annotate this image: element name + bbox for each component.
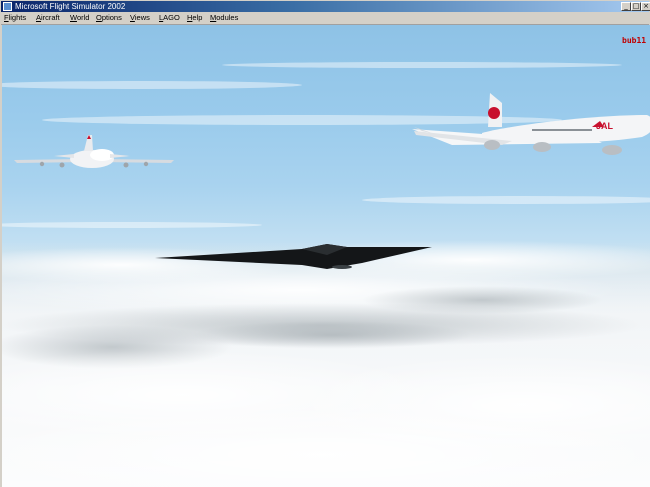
- title-bar[interactable]: Microsoft Flight Simulator 2002 _ □ ×: [1, 1, 650, 12]
- airliner-left: [14, 135, 174, 168]
- menu-world[interactable]: World: [70, 12, 89, 24]
- menu-help[interactable]: Help: [187, 12, 202, 24]
- close-button[interactable]: ×: [641, 2, 650, 11]
- cirrus-clouds: [2, 62, 650, 228]
- minimize-button[interactable]: _: [621, 2, 631, 11]
- watermark-text: bub11: [622, 36, 647, 45]
- maximize-button[interactable]: □: [631, 2, 641, 11]
- window-title: Microsoft Flight Simulator 2002: [15, 2, 126, 11]
- app-icon: [3, 2, 12, 11]
- menu-modules[interactable]: Modules: [210, 12, 238, 24]
- menu-views[interactable]: Views: [130, 12, 150, 24]
- jal-livery-text: JAL: [596, 121, 614, 131]
- app-window: Microsoft Flight Simulator 2002 _ □ × Fl…: [0, 0, 650, 487]
- menu-options[interactable]: Options: [96, 12, 122, 24]
- menu-bar: Flights Aircraft World Options Views LAG…: [1, 12, 649, 25]
- menu-flights[interactable]: Flights: [4, 12, 26, 24]
- menu-aircraft[interactable]: Aircraft: [36, 12, 60, 24]
- cloud-deck: [2, 240, 650, 487]
- menu-lago[interactable]: LAGO: [159, 12, 180, 24]
- scene-graphics: JAL: [2, 62, 650, 487]
- simulator-viewport[interactable]: JAL bub11: [2, 25, 650, 487]
